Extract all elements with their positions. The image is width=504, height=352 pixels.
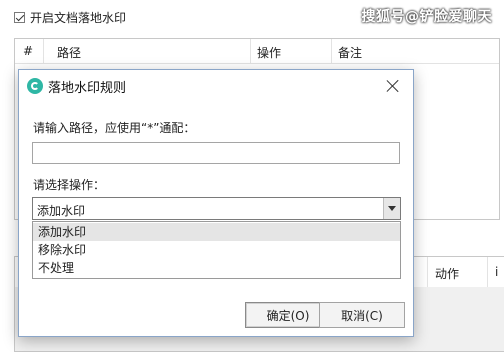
chevron-down-icon[interactable] xyxy=(383,198,400,219)
dialog-title-bar: 落地水印规则 xyxy=(19,70,413,102)
rules-table-header: # 路径 操作 备注 xyxy=(15,39,499,64)
column-header-path[interactable]: 路径 xyxy=(57,44,81,61)
column-header-note[interactable]: 备注 xyxy=(338,44,362,61)
operation-label: 请选择操作： xyxy=(33,178,106,192)
column-header-operation[interactable]: 操作 xyxy=(257,44,281,61)
option-add-watermark[interactable]: 添加水印 xyxy=(33,223,400,241)
app-logo-icon xyxy=(27,78,43,94)
column-divider xyxy=(250,39,251,63)
cancel-button[interactable]: 取消(C) xyxy=(319,302,405,328)
enable-watermark-label: 开启文档落地水印 xyxy=(30,11,127,25)
path-label: 请输入路径，应使用“*”通配： xyxy=(33,121,196,135)
column-divider xyxy=(331,39,332,63)
close-icon[interactable] xyxy=(383,76,403,96)
watermark-overlay: 搜狐号@铲脸爱聊天 xyxy=(361,9,492,25)
column-header-action[interactable]: 动作 xyxy=(435,265,459,282)
operation-select[interactable]: 添加水印 xyxy=(32,197,401,220)
option-remove-watermark[interactable]: 移除水印 xyxy=(33,241,400,259)
operation-dropdown-list: 添加水印 移除水印 不处理 xyxy=(32,221,401,279)
column-header-number[interactable]: # xyxy=(23,44,33,58)
checkbox-check-icon[interactable] xyxy=(14,12,25,23)
enable-watermark-checkbox[interactable]: 开启文档落地水印 xyxy=(14,9,126,26)
column-header-truncated[interactable]: i xyxy=(495,265,498,279)
dialog-title: 落地水印规则 xyxy=(48,80,127,96)
watermark-rule-dialog: 落地水印规则 请输入路径，应使用“*”通配： 请选择操作： 添加水印 添加水印 … xyxy=(18,69,414,337)
option-no-action[interactable]: 不处理 xyxy=(33,259,400,277)
column-divider xyxy=(427,257,428,287)
operation-selected-value: 添加水印 xyxy=(37,204,86,218)
column-divider xyxy=(487,257,488,287)
column-divider xyxy=(43,39,44,63)
path-input[interactable] xyxy=(32,142,400,164)
